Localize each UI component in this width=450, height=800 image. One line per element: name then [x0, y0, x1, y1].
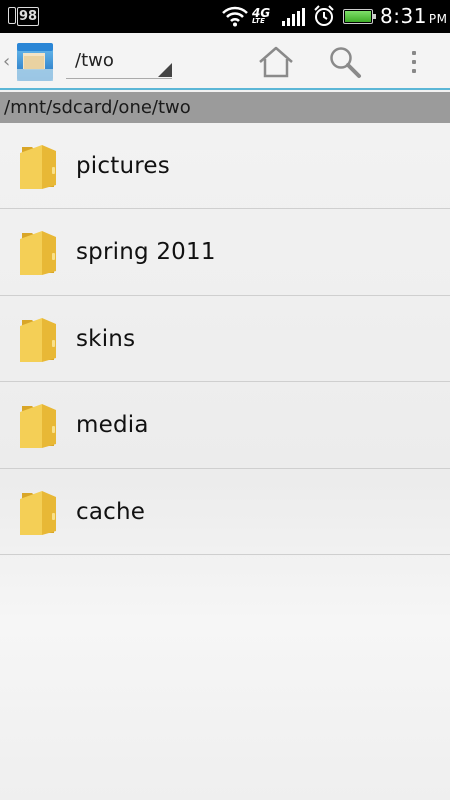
- overflow-icon: [412, 51, 416, 73]
- up-chevron-icon[interactable]: ‹: [3, 51, 10, 72]
- notification-count: 98: [17, 7, 40, 26]
- home-icon: [259, 46, 293, 78]
- status-bar: 98 4G LTE 8:31 PM: [0, 0, 450, 33]
- folder-icon: [20, 490, 56, 535]
- file-name: pictures: [76, 153, 170, 179]
- file-name: media: [76, 412, 149, 439]
- folder-icon: [20, 404, 56, 449]
- spinner-triangle-icon: [158, 63, 172, 77]
- list-item[interactable]: media: [0, 382, 450, 469]
- notification-indicator: 98: [8, 7, 40, 26]
- signal-icon: [282, 8, 305, 26]
- overflow-menu-button[interactable]: [394, 43, 434, 81]
- list-item[interactable]: cache: [0, 469, 450, 555]
- folder-icon: [20, 231, 56, 276]
- file-name: cache: [76, 498, 146, 525]
- battery-icon: [343, 9, 376, 24]
- folder-icon: [20, 145, 56, 189]
- app-icon[interactable]: [14, 39, 56, 83]
- search-button[interactable]: [325, 43, 365, 81]
- home-button[interactable]: [256, 43, 296, 81]
- file-name: skins: [76, 325, 136, 352]
- file-name: spring 2011: [76, 239, 216, 266]
- clock-time: 8:31: [380, 4, 427, 28]
- clock: 8:31 PM: [380, 4, 448, 28]
- search-icon: [330, 47, 361, 78]
- current-folder-label: /two: [75, 50, 114, 71]
- list-item[interactable]: spring 2011: [0, 209, 450, 296]
- list-item[interactable]: skins: [0, 296, 450, 383]
- folder-spinner[interactable]: /two: [66, 43, 172, 79]
- action-bar: ‹ /two: [0, 33, 450, 90]
- breadcrumb: /mnt/sdcard/one/two: [0, 92, 450, 123]
- list-item[interactable]: pictures: [0, 123, 450, 210]
- clock-ampm: PM: [428, 12, 448, 26]
- folder-icon: [20, 317, 56, 362]
- alarm-icon: [314, 5, 334, 26]
- file-list: pictures spring 2011 skins media cache: [0, 123, 450, 555]
- wifi-icon: [222, 6, 248, 27]
- network-type: 4G LTE: [252, 6, 270, 25]
- phone-icon: [8, 7, 16, 24]
